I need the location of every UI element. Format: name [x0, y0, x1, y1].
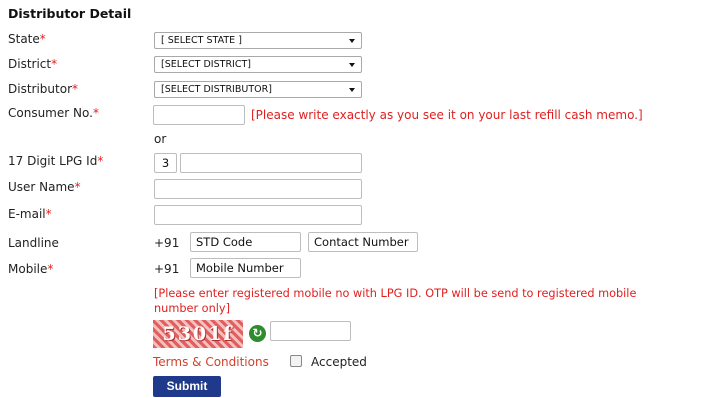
landline-country-code: +91: [154, 236, 180, 250]
or-separator: or: [154, 132, 167, 146]
state-label: State*: [8, 32, 46, 46]
state-label-text: State: [8, 32, 40, 46]
required-mark: *: [47, 262, 54, 276]
lpg-id-label-text: 17 Digit LPG Id: [8, 154, 98, 168]
consumer-no-label-text: Consumer No.: [8, 106, 93, 120]
mobile-number-input[interactable]: Mobile Number: [190, 258, 301, 278]
email-input[interactable]: [154, 205, 362, 225]
district-select-value: [SELECT DISTRICT]: [161, 59, 251, 70]
email-label-text: E-mail: [8, 207, 46, 221]
lpg-id-label: 17 Digit LPG Id*: [8, 154, 103, 168]
email-label: E-mail*: [8, 207, 52, 221]
mobile-note-line1: [Please enter registered mobile no with …: [154, 287, 637, 300]
required-mark: *: [92, 106, 99, 120]
dropdown-arrow-icon: [349, 39, 355, 43]
consumer-no-note: [Please write exactly as you see it on y…: [251, 108, 643, 122]
distributor-select-value: [SELECT DISTRIBUTOR]: [161, 84, 272, 95]
required-mark: *: [51, 57, 58, 71]
state-select[interactable]: [ SELECT STATE ]: [154, 32, 362, 49]
refresh-captcha-icon[interactable]: ↻: [249, 325, 266, 342]
std-code-input[interactable]: STD Code: [190, 232, 301, 252]
distributor-label-text: Distributor: [8, 82, 73, 96]
required-mark: *: [39, 32, 46, 46]
accepted-label: Accepted: [311, 355, 367, 369]
dropdown-arrow-icon: [349, 88, 355, 92]
district-label: District*: [8, 57, 57, 71]
mobile-note-line2: number only]: [154, 302, 230, 315]
accept-terms-checkbox[interactable]: [290, 355, 302, 367]
page-title: Distributor Detail: [8, 6, 132, 21]
required-mark: *: [45, 207, 52, 221]
captcha-image: 5301f: [153, 320, 243, 348]
required-mark: *: [72, 82, 79, 96]
required-mark: *: [74, 180, 81, 194]
distributor-label: Distributor*: [8, 82, 78, 96]
district-label-text: District: [8, 57, 52, 71]
consumer-no-label: Consumer No.*: [8, 106, 99, 120]
submit-button[interactable]: Submit: [153, 376, 221, 397]
district-select[interactable]: [SELECT DISTRICT]: [154, 56, 362, 73]
user-name-label-text: User Name: [8, 180, 75, 194]
mobile-country-code: +91: [154, 262, 180, 276]
user-name-input[interactable]: [154, 179, 362, 199]
distributor-select[interactable]: [SELECT DISTRIBUTOR]: [154, 81, 362, 98]
captcha-input[interactable]: [270, 321, 351, 341]
lpg-id-input[interactable]: [180, 153, 362, 173]
mobile-label-text: Mobile: [8, 262, 48, 276]
lpg-id-prefix: 3: [154, 153, 177, 173]
consumer-no-input[interactable]: [153, 105, 245, 125]
contact-number-input[interactable]: Contact Number: [308, 232, 418, 252]
terms-conditions-link[interactable]: Terms & Conditions: [153, 355, 269, 369]
required-mark: *: [97, 154, 104, 168]
mobile-label: Mobile*: [8, 262, 53, 276]
landline-label: Landline: [8, 236, 59, 250]
user-name-label: User Name*: [8, 180, 81, 194]
dropdown-arrow-icon: [349, 63, 355, 67]
state-select-value: [ SELECT STATE ]: [161, 35, 242, 46]
